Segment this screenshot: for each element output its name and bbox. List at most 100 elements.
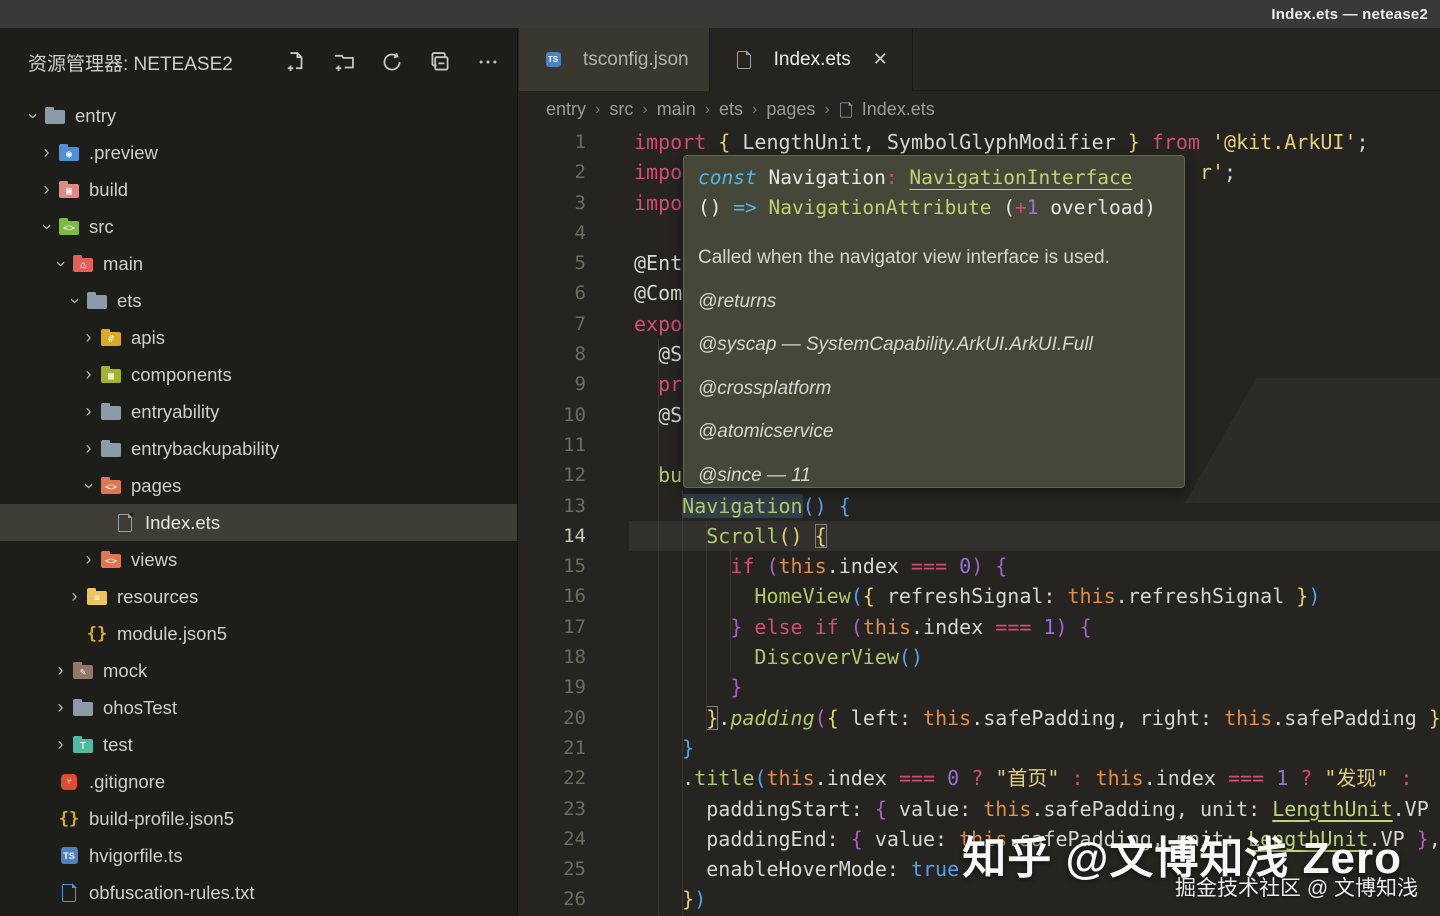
explorer-header: 资源管理器: NETEASE2 — [0, 28, 517, 96]
line-number: 13 — [563, 494, 586, 517]
tree-item-label: build-profile.json5 — [89, 807, 235, 829]
tree-item-label: entrybackupability — [131, 437, 280, 459]
tree-item-views[interactable]: › <> views — [0, 541, 517, 578]
line-content: impo — [634, 190, 683, 215]
chevron-right-icon[interactable]: › — [52, 697, 69, 718]
tree-item-mock[interactable]: › ✎ mock — [0, 652, 517, 689]
tree-item-label: obfuscation-rules.txt — [89, 881, 255, 903]
tree-item-label: Index.ets — [145, 511, 221, 533]
tree-item-build[interactable]: › ▣ build — [0, 171, 517, 208]
json-icon: {} — [58, 808, 80, 829]
chevron-down-icon[interactable]: › — [22, 107, 43, 124]
more-icon[interactable] — [475, 49, 501, 75]
hover-doc: Called when the navigator view interface… — [698, 236, 1170, 487]
tree-item-label: test — [103, 733, 133, 755]
breadcrumb-item-src[interactable]: src — [609, 99, 633, 120]
window-title: Index.ets — netease2 — [1271, 5, 1428, 23]
chevron-right-icon[interactable]: › — [66, 586, 83, 607]
chevron-right-icon: › — [642, 100, 648, 118]
explorer-title: 资源管理器: NETEASE2 — [28, 53, 233, 75]
tree-item-main[interactable]: › ⌂ main — [0, 245, 517, 282]
hover-doc-line: @atomicservice — [698, 421, 834, 442]
tree-item-module.json5[interactable]: ›{}module.json5 — [0, 615, 517, 652]
breadcrumb-item-entry[interactable]: entry — [546, 99, 586, 120]
breadcrumb-item-pages[interactable]: pages — [766, 99, 815, 120]
tab-bar: TS tsconfig.json Index.ets ✕ — [519, 28, 1440, 91]
chevron-right-icon[interactable]: › — [38, 142, 55, 163]
tree-item-label: .gitignore — [89, 770, 166, 792]
chevron-right-icon[interactable]: › — [52, 660, 69, 681]
typescript-icon: TS — [542, 50, 564, 70]
breadcrumb-item-main[interactable]: main — [657, 99, 696, 120]
folder-icon — [100, 439, 122, 459]
collapse-all-icon[interactable] — [427, 49, 453, 75]
refresh-icon[interactable] — [379, 49, 405, 75]
type-link[interactable]: NavigationInterface — [909, 166, 1132, 189]
tree-item-test[interactable]: › Ttest — [0, 726, 517, 763]
new-file-icon[interactable] — [283, 49, 309, 75]
tree-item-Index.ets[interactable]: ›Index.ets — [0, 504, 517, 541]
chevron-right-icon[interactable]: › — [80, 401, 97, 422]
folder-icon: <> — [100, 476, 122, 496]
tree-item-.gitignore[interactable]: ›⑂.gitignore — [0, 763, 517, 800]
tree-item-entryability[interactable]: › entryability — [0, 393, 517, 430]
file-icon — [114, 512, 136, 533]
chevron-right-icon[interactable]: › — [80, 438, 97, 459]
tree-item-label: entry — [75, 104, 117, 126]
tree-item-label: mock — [103, 659, 148, 681]
file-icon — [733, 49, 755, 70]
tree-item-ohosTest[interactable]: › ohosTest — [0, 689, 517, 726]
tree-item-pages[interactable]: › <> pages — [0, 467, 517, 504]
close-icon[interactable]: ✕ — [869, 47, 892, 72]
chevron-down-icon[interactable]: › — [50, 255, 71, 272]
tree-item-obfuscation-rules.txt[interactable]: ›obfuscation-rules.txt — [0, 874, 517, 911]
line-number: 19 — [563, 676, 586, 699]
tree-item-src[interactable]: › <> src — [0, 208, 517, 245]
tab-tsconfig.json[interactable]: TS tsconfig.json — [519, 28, 710, 91]
file-icon — [839, 101, 853, 118]
chevron-right-icon: › — [752, 100, 758, 118]
tree-item-hvigorfile.ts[interactable]: ›TShvigorfile.ts — [0, 837, 517, 874]
line-number: 7 — [574, 312, 586, 335]
code-line-1[interactable]: 1 import { LengthUnit, SymbolGlyphModifie… — [519, 127, 1440, 157]
tree-item-build-profile.json5[interactable]: ›{}build-profile.json5 — [0, 800, 517, 837]
line-number: 5 — [574, 252, 586, 275]
new-folder-icon[interactable] — [331, 49, 357, 75]
tree-item-entry[interactable]: › entry — [0, 97, 517, 134]
chevron-right-icon: › — [824, 100, 830, 118]
tree-item-apis[interactable]: › # apis — [0, 319, 517, 356]
chevron-down-icon[interactable]: › — [78, 477, 99, 494]
folder-icon: ⌂ — [72, 254, 94, 274]
tree-item-resources[interactable]: › ≡ resources — [0, 578, 517, 615]
tree-item-label: entryability — [131, 400, 220, 422]
tab-label: tsconfig.json — [583, 48, 689, 70]
line-number: 17 — [563, 615, 586, 638]
tree-item-label: src — [89, 215, 114, 237]
hover-doc-line: @crossplatform — [698, 377, 832, 399]
hover-doc-line: @syscap — SystemCapability.ArkUI.ArkUI.F… — [698, 334, 1093, 355]
ide-window: Index.ets — netease2 资源管理器: NETEASE2 › e… — [0, 0, 1440, 916]
chevron-right-icon[interactable]: › — [80, 327, 97, 348]
folder-icon — [72, 698, 94, 718]
chevron-down-icon[interactable]: › — [36, 218, 57, 235]
line-content: .title(this.index === 0 ? "首页" : this.in… — [682, 766, 1413, 791]
chevron-right-icon[interactable]: › — [80, 549, 97, 570]
hover-tooltip: const Navigation: NavigationInterface () … — [683, 155, 1185, 488]
tree-item-label: components — [131, 363, 232, 385]
breadcrumb-item-ets[interactable]: ets — [719, 99, 743, 120]
tree-item-ets[interactable]: › ets — [0, 282, 517, 319]
tree-item-entrybackupability[interactable]: › entrybackupability — [0, 430, 517, 467]
git-icon: ⑂ — [58, 772, 80, 792]
tree-item-.preview[interactable]: › ◉ .preview — [0, 134, 517, 171]
explorer-actions — [283, 49, 501, 75]
tree-item-label: hvigorfile.ts — [89, 844, 183, 866]
breadcrumb-file[interactable]: Index.ets — [862, 99, 935, 120]
tree-item-label: ohosTest — [103, 696, 178, 718]
chevron-right-icon[interactable]: › — [38, 179, 55, 200]
chevron-down-icon[interactable]: › — [64, 292, 85, 309]
watermark-juejin: 掘金技术社区 @ 文博知浅 — [1175, 877, 1418, 900]
tree-item-components[interactable]: › ▦ components — [0, 356, 517, 393]
tab-Index.ets[interactable]: Index.ets ✕ — [709, 28, 913, 91]
chevron-right-icon[interactable]: › — [80, 364, 97, 385]
chevron-right-icon[interactable]: › — [52, 734, 69, 755]
